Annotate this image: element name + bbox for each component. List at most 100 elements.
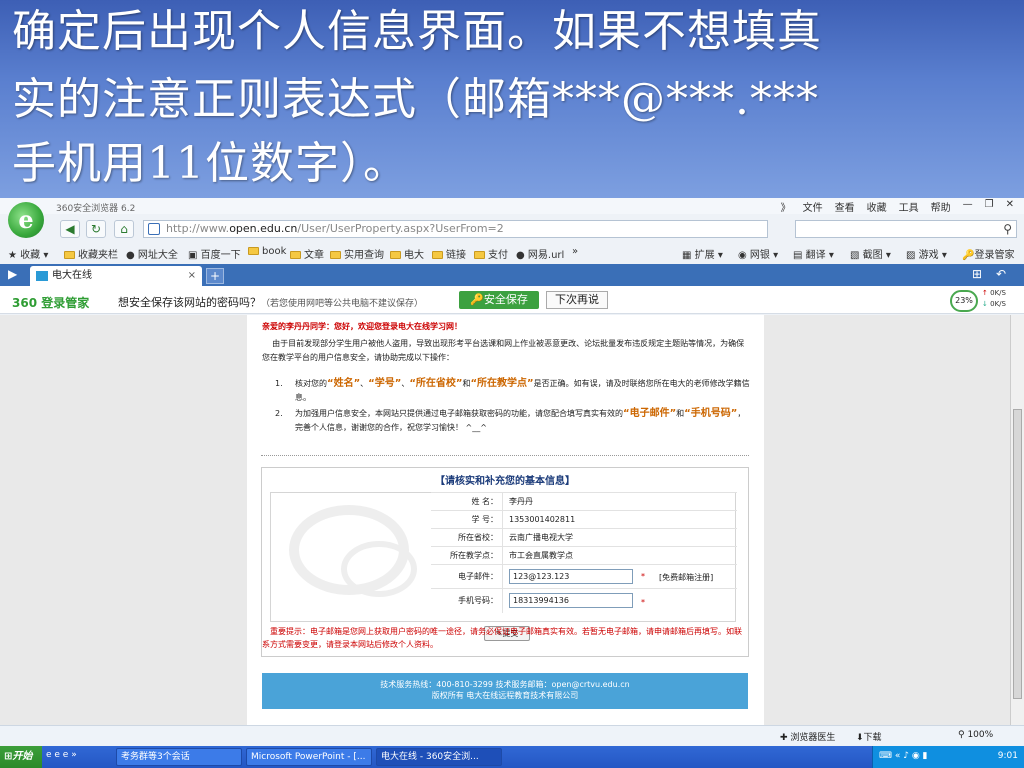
clock: 9:01 <box>997 751 1018 761</box>
password-save-bar: 360 登录管家 想安全保存该网站的密码吗？（若您使用网吧等公共电脑不建议保存）… <box>0 286 1024 314</box>
row-province: 所在省校： 云南广播电视大学 <box>431 528 737 547</box>
net-rates: ↑ 0K/S ↓ 0K/S <box>982 289 1006 308</box>
new-tab-button[interactable]: + <box>206 268 224 284</box>
tray-icons[interactable]: ⌨ « ♪ ◉ ▮ <box>879 751 928 761</box>
home-button[interactable]: ⌂ <box>114 220 134 238</box>
welcome-text: 亲爱的李丹丹同学：您好，欢迎您登录电大在线学习网！ <box>262 322 462 331</box>
intro-text: 由于目前发现部分学生用户被他人盗用，导致出现形考平台选课和网上作业被恶意更改、论… <box>262 339 745 362</box>
fav-book[interactable]: book <box>248 246 286 257</box>
refresh-button[interactable]: ↻ <box>86 220 106 238</box>
fav-tools[interactable]: 实用查询 <box>330 246 384 261</box>
form-table: 姓 名： 李丹丹 学 号： 1353001402811 所在省校： 云南广播电视… <box>270 492 737 622</box>
row-email: 电子邮件： 123@123.123 * [免费邮箱注册] <box>431 564 737 589</box>
sidebar-toggle-icon[interactable]: ▶ <box>8 267 17 281</box>
tab-close-icon[interactable]: × <box>188 266 196 286</box>
slide-title-line-3: 手机用11位数字）。 <box>12 138 408 189</box>
undo-close-icon[interactable]: ↶ <box>996 267 1006 281</box>
start-button[interactable]: ⊞开始 <box>0 746 42 768</box>
menu-help[interactable]: 帮助 <box>931 199 951 214</box>
menu-file[interactable]: 文件 <box>803 199 823 214</box>
fav-collect[interactable]: ★ 收藏 ▾ <box>8 246 48 261</box>
minimize-button[interactable]: — <box>963 199 973 214</box>
province-value: 云南广播电视大学 <box>509 533 573 542</box>
slide-title-line-2: 实的注意正则表达式（邮箱***@***.*** <box>12 74 819 125</box>
student-id-value: 1353001402811 <box>509 515 576 524</box>
fav-dianda[interactable]: 电大 <box>390 246 424 261</box>
watermark-logo-icon <box>289 505 417 597</box>
search-input[interactable]: ⚲ <box>795 220 1017 238</box>
task-browser[interactable]: 电大在线 - 360安全浏... <box>376 748 502 766</box>
vertical-scrollbar[interactable] <box>1010 315 1024 725</box>
row-student-id: 学 号： 1353001402811 <box>431 510 737 529</box>
fav-more[interactable]: » <box>572 246 578 257</box>
url-input[interactable]: http://www.open.edu.cn/User/UserProperty… <box>143 220 768 238</box>
form-title: 【请核实和补充您的基本信息】 <box>435 476 575 487</box>
row-center: 所在教学点： 市工会直属教学点 <box>431 546 737 565</box>
page-content: 亲爱的李丹丹同学：您好，欢迎您登录电大在线学习网！ 由于目前发现部分学生用户被他… <box>247 315 764 725</box>
fav-pay[interactable]: 支付 <box>474 246 508 261</box>
page-viewport: 亲爱的李丹丹同学：您好，欢迎您登录电大在线学习网！ 由于目前发现部分学生用户被他… <box>0 315 1010 725</box>
download-button[interactable]: ⬇下载 <box>856 730 882 743</box>
scrollbar-thumb[interactable] <box>1013 409 1022 699</box>
fav-folder-bar[interactable]: 收藏夹栏 <box>64 246 118 261</box>
ext-games[interactable]: ▨ 游戏 ▾ <box>906 246 947 261</box>
important-notice: 重要提示：电子邮箱是您网上获取用户密码的唯一途径，请务必保证电子邮箱真实有效。若… <box>262 627 742 649</box>
status-bar: ✚ 浏览器医生 ⬇下载 ⚲ 100% <box>0 725 1024 745</box>
footer-copyright: 版权所有 电大在线远程教育技术有限公司 <box>431 691 579 700</box>
phone-field[interactable]: 18313994136 <box>509 593 633 608</box>
browser-window: 360安全浏览器 6.2 》 文件 查看 收藏 工具 帮助 — ❐ ✕ e ◀ … <box>0 198 1024 768</box>
fav-urlnav[interactable]: ● 网址大全 <box>126 246 178 261</box>
email-required-mark: * <box>641 572 645 581</box>
title-bar: 360安全浏览器 6.2 》 文件 查看 收藏 工具 帮助 — ❐ ✕ <box>0 198 1024 214</box>
url-host: open.edu.cn <box>229 222 298 235</box>
center-value: 市工会直属教学点 <box>509 551 573 560</box>
ext-screenshot[interactable]: ▧ 截图 ▾ <box>850 246 891 261</box>
system-tray: ⌨ « ♪ ◉ ▮ 9:01 <box>872 746 1024 768</box>
favorites-bar: ★ 收藏 ▾ 收藏夹栏 ● 网址大全 ▣ 百度一下 book 文章 实用查询 电… <box>0 242 1024 262</box>
ext-login-manager[interactable]: 🔑登录管家 <box>962 246 1014 261</box>
menu-favorites[interactable]: 收藏 <box>867 199 887 214</box>
ext-bank[interactable]: ◉ 网银 ▾ <box>738 246 778 261</box>
tab-dianda[interactable]: 电大在线 × <box>30 266 202 286</box>
row-phone: 手机号码： 18313994136 * <box>431 588 737 613</box>
name-value: 李丹丹 <box>509 497 533 506</box>
tab-label: 电大在线 <box>52 270 92 281</box>
app-name: 360安全浏览器 6.2 <box>56 204 136 214</box>
slide-title: 确定后出现个人信息界面。如果不想填真 实的注意正则表达式（邮箱***@***.*… <box>0 0 1024 198</box>
restore-button[interactable]: ❐ <box>985 199 994 214</box>
save-password-message: 想安全保存该网站的密码吗？（若您使用网吧等公共电脑不建议保存） <box>118 296 424 309</box>
browser-doctor[interactable]: ✚ 浏览器医生 <box>780 730 835 743</box>
save-password-button[interactable]: 🔑安全保存 <box>459 291 539 309</box>
ext-extensions[interactable]: ▦ 扩展 ▾ <box>682 246 723 261</box>
taskbar: ⊞开始 e e e » 考务群等3个会话 Microsoft PowerPoin… <box>0 746 1024 768</box>
address-bar: ◀ ↻ ⌂ http://www.open.edu.cn/User/UserPr… <box>0 216 1024 240</box>
email-field[interactable]: 123@123.123 <box>509 569 633 584</box>
search-icon[interactable]: ⚲ <box>1003 222 1012 236</box>
dotted-divider <box>261 455 749 456</box>
row-name: 姓 名： 李丹丹 <box>431 492 737 511</box>
later-button[interactable]: 下次再说 <box>546 291 608 309</box>
menu-tools[interactable]: 工具 <box>899 199 919 214</box>
ext-translate[interactable]: ▤ 翻译 ▾ <box>793 246 834 261</box>
footer-contact: 技术服务热线：400-810-3299 技术服务邮箱：open@crtvu.ed… <box>380 680 630 689</box>
tab-bar: ▶ 电大在线 × + ⊞ ↶ <box>0 264 1024 286</box>
fav-links[interactable]: 链接 <box>432 246 466 261</box>
back-button[interactable]: ◀ <box>60 220 80 238</box>
site-icon <box>148 223 160 235</box>
fav-netease[interactable]: ● 网易.url <box>516 246 564 261</box>
instruction-1: 1. 核对您的“姓名”、“学号”、“所在省校”和“所在教学点”是否正确。如有误，… <box>275 378 750 402</box>
phone-required-mark: * <box>641 598 645 607</box>
menu-more[interactable]: 》 <box>781 199 791 214</box>
menu-view[interactable]: 查看 <box>835 199 855 214</box>
tab-list-icon[interactable]: ⊞ <box>972 267 982 281</box>
instruction-list: 1. 核对您的“姓名”、“学号”、“所在省校”和“所在教学点”是否正确。如有误，… <box>275 377 753 437</box>
zoom-level[interactable]: ⚲ 100% <box>958 730 993 740</box>
speed-indicator[interactable]: 23% <box>950 290 978 312</box>
slide-title-line-1: 确定后出现个人信息界面。如果不想填真 <box>12 6 822 57</box>
fav-articles[interactable]: 文章 <box>290 246 324 261</box>
task-chat[interactable]: 考务群等3个会话 <box>116 748 242 766</box>
fav-baidu[interactable]: ▣ 百度一下 <box>188 246 241 261</box>
task-powerpoint[interactable]: Microsoft PowerPoint - [... <box>246 748 372 766</box>
close-window-button[interactable]: ✕ <box>1006 199 1014 214</box>
quicklaunch-icons[interactable]: e e e » <box>46 750 77 760</box>
